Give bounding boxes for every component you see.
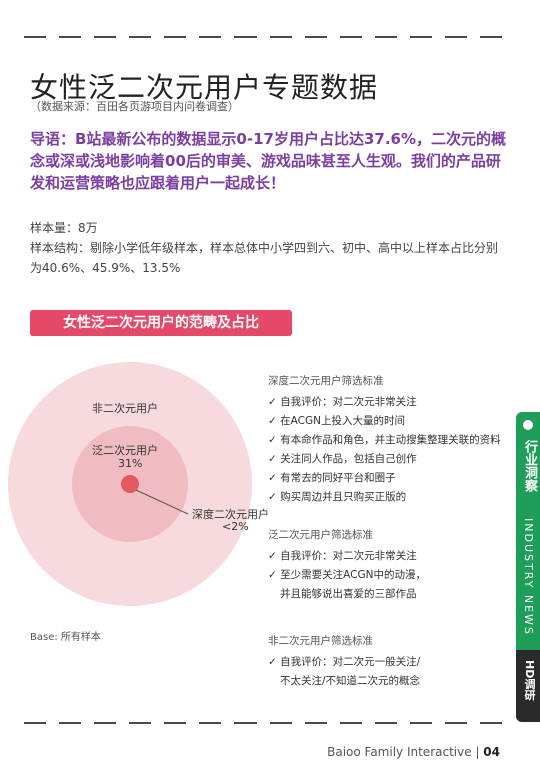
criteria-item: 自我评价：对二次元非常关注 bbox=[268, 393, 513, 412]
label-non-acg: 非二次元用户 bbox=[92, 402, 158, 415]
criteria-non-title: 非二次元用户筛选标准 bbox=[268, 635, 373, 647]
criteria-item: 在ACGN上投入大量的时间 bbox=[268, 412, 513, 431]
criteria-item: 自我评价：对二次元非常关注 bbox=[268, 547, 513, 566]
bottom-divider bbox=[24, 722, 503, 725]
criteria-deep: 深度二次元用户筛选标准 自我评价：对二次元非常关注 在ACGN上投入大量的时间 … bbox=[268, 372, 513, 507]
criteria-item: 自我评价：对二次元一般关注/ bbox=[268, 653, 513, 672]
criteria-item: 关注同人作品，包括自己创作 bbox=[268, 450, 513, 469]
criteria-non: 非二次元用户筛选标准 自我评价：对二次元一般关注/ 不太关注/不知道二次元的概念 bbox=[268, 632, 513, 691]
criteria-item-continued: 不太关注/不知道二次元的概念 bbox=[280, 675, 421, 687]
criteria-item: 有常去的同好平台和圈子 bbox=[268, 469, 513, 488]
criteria-item: 有本命作品和角色，并主动搜集整理关联的资料 bbox=[268, 431, 513, 450]
side-tab-dot-icon bbox=[523, 420, 533, 430]
page-number: 04 bbox=[483, 745, 500, 759]
criteria-general-title: 泛二次元用户筛选标准 bbox=[268, 529, 373, 541]
side-tab-hd-label: HD调研 bbox=[523, 660, 536, 701]
sample-size: 样本量：8万 bbox=[30, 221, 98, 235]
footer: Baioo Family Interactive | 04 bbox=[327, 745, 500, 759]
base-note: Base: 所有样本 bbox=[30, 632, 101, 643]
top-divider bbox=[24, 36, 503, 39]
value-deep-acg: <2% bbox=[222, 520, 249, 533]
side-tab-en: INDUSTRY NEWS bbox=[522, 518, 535, 636]
intro-text: 导语：B站最新公布的数据显示0-17岁用户占比达37.6%，二次元的概念或深或浅… bbox=[30, 130, 507, 192]
circle-svg bbox=[8, 362, 252, 606]
side-tab-cn: 行业洞察 bbox=[522, 440, 537, 492]
label-general-acg: 泛二次元用户 bbox=[92, 444, 158, 457]
data-source: （数据来源：百田各页游项目内问卷调查） bbox=[30, 100, 239, 113]
nested-circle-diagram: 非二次元用户 泛二次元用户 31% 深度二次元用户 <2% bbox=[0, 350, 280, 650]
criteria-deep-title: 深度二次元用户筛选标准 bbox=[268, 375, 384, 387]
section-tag: 女性泛二次元用户的范畴及占比 bbox=[30, 310, 292, 336]
criteria-general: 泛二次元用户筛选标准 自我评价：对二次元非常关注 至少需要关注ACGN中的动漫，… bbox=[268, 526, 513, 604]
sample-structure: 样本结构：剔除小学低年级样本，样本总体中小学四到六、初中、高中以上样本占比分别为… bbox=[30, 241, 499, 275]
footer-company: Baioo Family Interactive bbox=[327, 745, 472, 759]
criteria-item: 购买周边并且只购买正版的 bbox=[268, 488, 513, 507]
criteria-item-continued: 并且能够说出喜爱的三部作品 bbox=[280, 588, 417, 600]
criteria-item: 至少需要关注ACGN中的动漫， bbox=[268, 566, 513, 585]
value-general-acg: 31% bbox=[118, 457, 143, 470]
